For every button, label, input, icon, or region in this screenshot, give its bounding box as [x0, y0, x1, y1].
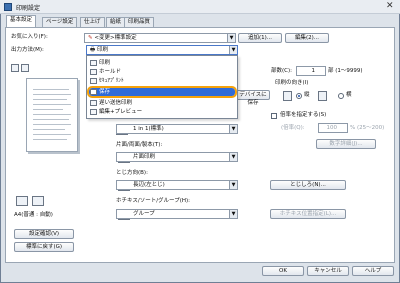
page-layout-icon — [11, 64, 19, 72]
option-scheduled-print[interactable]: 遅い送信印刷 — [89, 99, 235, 107]
binding-value: 長辺(左とじ) — [133, 182, 165, 188]
landscape-icon — [318, 91, 327, 101]
option-label: ｾｷｭｱﾌﾟﾘﾝﾄ — [99, 78, 124, 84]
option-label: ホールド — [99, 69, 122, 75]
printer-icon — [4, 3, 12, 11]
tab-page-setup[interactable]: ページ設定 — [42, 17, 78, 27]
scale-input[interactable]: 100 — [318, 123, 348, 133]
printer-device-icon — [16, 196, 28, 206]
option-secure-print[interactable]: ｾｷｭｱﾌﾟﾘﾝﾄ — [89, 77, 235, 85]
paper-tray-icon — [32, 196, 44, 206]
add-favorite-button[interactable]: 追加(1)... — [238, 33, 282, 43]
manual-scale-checkbox[interactable] — [271, 113, 277, 119]
scale-field-label: (倍率(Q): — [281, 125, 305, 131]
tab-finishing[interactable]: 仕上げ — [80, 17, 105, 27]
output-method-label: 出力方法(M): — [11, 47, 44, 53]
copies-label: 部数(C): — [271, 68, 292, 74]
option-label: 編集+プレビュー — [99, 109, 143, 115]
clock-icon — [90, 100, 97, 106]
portrait-radio[interactable] — [296, 93, 302, 99]
landscape-radio[interactable] — [338, 93, 344, 99]
staple-select[interactable]: グループ ▼ — [116, 209, 238, 219]
option-hold[interactable]: ホールド — [89, 68, 235, 76]
chevron-down-icon: ▼ — [229, 46, 237, 54]
favorites-select[interactable]: ✎ <変更>標準設定 ▼ — [84, 33, 236, 43]
tab-print-quality[interactable]: 印刷品質 — [124, 17, 155, 27]
copies-input[interactable]: 1 — [296, 66, 326, 76]
window-title: 印刷設定 — [16, 5, 41, 12]
staple-position-button[interactable]: ホチキス位置指定(L)... — [270, 209, 346, 219]
output-method-select[interactable]: 🖶 印刷 ▼ — [86, 45, 238, 55]
hold-icon — [90, 69, 97, 75]
cancel-button[interactable]: キャンセル — [307, 266, 349, 276]
option-label: 遅い送信印刷 — [99, 100, 133, 106]
chevron-down-icon: ▼ — [229, 210, 237, 218]
duplex-select[interactable]: 片面印刷 ▼ — [116, 152, 238, 162]
chevron-down-icon: ▼ — [229, 181, 237, 189]
save-to-device-button[interactable]: デバイスに保存 — [236, 90, 270, 106]
layout-select[interactable]: 1 in 1(標準) ▼ — [116, 124, 238, 134]
printer-icon — [90, 60, 97, 66]
page-preview — [26, 78, 78, 152]
edit-favorite-button[interactable]: 編集(2)... — [285, 33, 329, 43]
portrait-label: 縦 — [304, 92, 310, 98]
close-icon[interactable]: ✕ — [386, 1, 394, 11]
lock-icon — [90, 78, 97, 84]
option-save[interactable]: 保存 — [87, 86, 237, 98]
staple-label: ホチキス/ソート/グループ(H): — [116, 198, 190, 204]
landscape-label: 横 — [346, 92, 352, 98]
gutter-button[interactable]: とじしろ(N)... — [270, 180, 346, 190]
scale-value: 100 — [326, 125, 338, 131]
option-edit-preview[interactable]: 編集+プレビュー — [89, 108, 235, 116]
option-label: 印刷 — [99, 60, 111, 66]
title-bar — [0, 0, 400, 14]
print-preview-icon — [21, 64, 29, 72]
pencil-icon: ✎ — [88, 35, 93, 41]
manual-scale-label: 倍率を指定する(S) — [280, 112, 327, 118]
chevron-down-icon: ▼ — [227, 34, 235, 42]
tab-basic[interactable]: 基本設定 — [6, 15, 37, 27]
save-icon — [90, 89, 97, 95]
tab-paper-source[interactable]: 給紙 — [106, 17, 126, 27]
favorites-value: <変更>標準設定 — [94, 35, 137, 41]
preview-icon — [90, 109, 97, 115]
restore-defaults-button[interactable]: 標準に戻す(G) — [14, 242, 74, 252]
favorites-label: お気に入り(F): — [11, 34, 48, 40]
duplex-value: 片面印刷 — [133, 154, 156, 160]
option-print[interactable]: 印刷 — [89, 59, 235, 67]
option-label: 保存 — [99, 89, 111, 95]
check-settings-button[interactable]: 設定確認(V) — [14, 229, 74, 239]
paper-info-label: A4(普通 : 自動) — [14, 212, 53, 218]
help-button[interactable]: ヘルプ — [352, 266, 394, 276]
chevron-down-icon: ▼ — [229, 125, 237, 133]
output-method-value: 印刷 — [96, 47, 108, 53]
portrait-icon — [283, 91, 292, 101]
staple-value: グループ — [133, 211, 155, 217]
binding-label: とじ方向(B): — [116, 170, 148, 176]
layout-value: 1 in 1(標準) — [133, 126, 164, 132]
binding-select[interactable]: 長辺(左とじ) ▼ — [116, 180, 238, 190]
scale-unit: % (25～200) — [350, 125, 385, 131]
orientation-label: 印刷の向き(I) — [275, 80, 309, 86]
copies-value: 1 — [311, 68, 316, 74]
chevron-down-icon: ▼ — [229, 153, 237, 161]
copies-unit: 部 (1～9999) — [328, 68, 363, 74]
printer-small-icon: 🖶 — [90, 47, 96, 53]
scale-detail-button[interactable]: 数字詳細(J)... — [316, 139, 376, 149]
ok-button[interactable]: OK — [262, 266, 304, 276]
output-method-dropdown: 印刷 ホールド ｾｷｭｱﾌﾟﾘﾝﾄ 保存 遅い送信印刷 編集+プレビュー — [86, 55, 238, 119]
duplex-label: 片面/両面/製本(T): — [116, 142, 163, 148]
